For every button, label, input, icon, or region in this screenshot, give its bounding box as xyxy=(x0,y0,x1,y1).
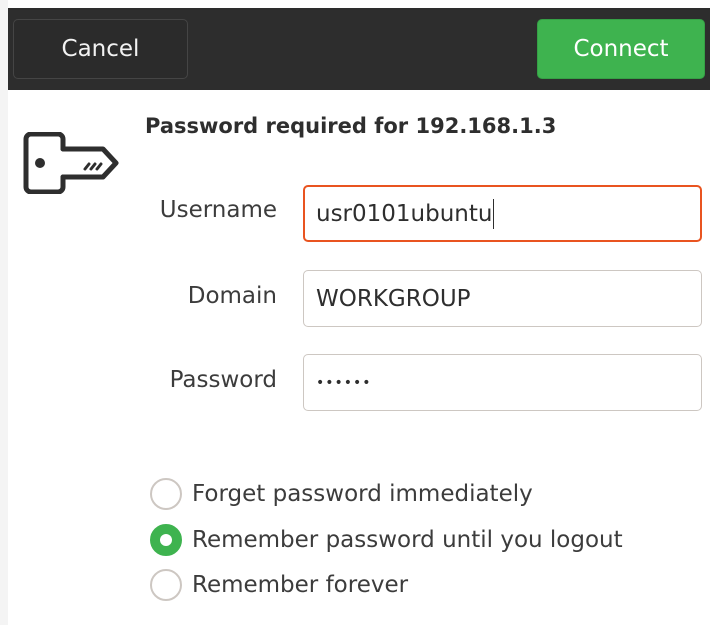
radio-button[interactable] xyxy=(150,569,182,601)
domain-value: WORKGROUP xyxy=(316,285,471,312)
dialog-header-bar: Cancel Connect xyxy=(8,8,710,90)
username-label: Username xyxy=(159,197,277,223)
key-icon xyxy=(23,132,119,194)
cancel-button[interactable]: Cancel xyxy=(13,19,188,79)
username-value: usr0101ubuntu xyxy=(316,200,493,227)
window-edge xyxy=(0,0,8,625)
radio-button-checked[interactable] xyxy=(150,524,182,556)
username-field[interactable]: usr0101ubuntu xyxy=(303,185,702,242)
domain-label: Domain xyxy=(187,283,277,309)
radio-remember-forever[interactable]: Remember forever xyxy=(150,567,408,603)
radio-forget-immediately[interactable]: Forget password immediately xyxy=(150,476,533,512)
password-dialog: Cancel Connect Password required for 192… xyxy=(0,0,717,625)
radio-label: Forget password immediately xyxy=(192,481,533,507)
radio-label: Remember password until you logout xyxy=(192,527,623,553)
radio-label: Remember forever xyxy=(192,572,409,598)
password-label: Password xyxy=(169,367,277,393)
password-field[interactable]: •••••• xyxy=(303,354,702,411)
radio-remember-until-logout[interactable]: Remember password until you logout xyxy=(150,522,623,558)
domain-field[interactable]: WORKGROUP xyxy=(303,270,702,327)
connect-button[interactable]: Connect xyxy=(537,19,705,79)
dialog-title: Password required for 192.168.1.3 xyxy=(145,114,557,138)
text-caret xyxy=(493,198,495,229)
radio-button[interactable] xyxy=(150,478,182,510)
password-value: •••••• xyxy=(316,374,372,391)
